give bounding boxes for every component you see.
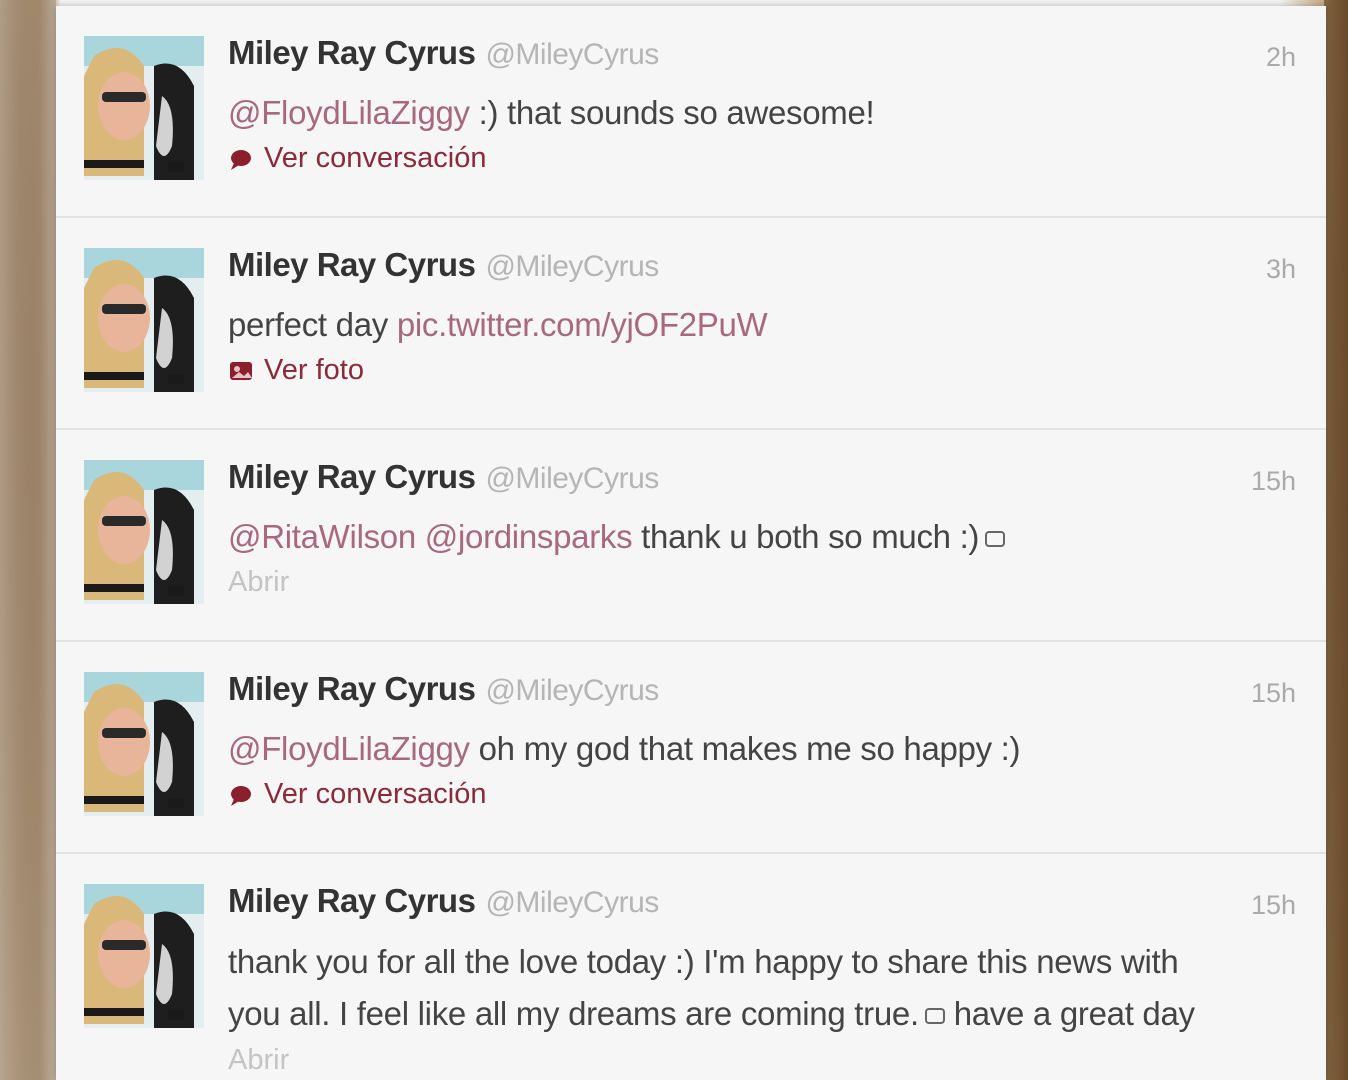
- speech-bubble-icon: [231, 785, 251, 806]
- avatar-image: [84, 460, 204, 604]
- timestamp[interactable]: 2h: [1266, 42, 1296, 73]
- tweet-body: oh my god that makes me so happy :): [469, 730, 1021, 767]
- tweet-text: thank you for all the love today :) I'm …: [228, 936, 1195, 1040]
- view-photo-link[interactable]: Ver foto: [228, 354, 364, 387]
- action-label[interactable]: Abrir: [228, 566, 289, 599]
- username-handle[interactable]: @MileyCyrus: [485, 250, 659, 283]
- display-name[interactable]: Miley Ray Cyrus @MileyCyrus: [228, 670, 659, 708]
- photo-icon: [230, 361, 252, 380]
- avatar[interactable]: [84, 460, 204, 604]
- tweet-text: perfect day pic.twitter.com/yjOF2PuW: [228, 300, 768, 350]
- background-left: [0, 0, 56, 1080]
- avatar[interactable]: [84, 884, 204, 1028]
- avatar-image: [84, 248, 204, 392]
- display-name-text[interactable]: Miley Ray Cyrus: [228, 246, 476, 283]
- display-name[interactable]: Miley Ray Cyrus @MileyCyrus: [228, 458, 659, 496]
- emoji-box-icon: [924, 1008, 945, 1025]
- speech-bubble-icon: [231, 149, 251, 170]
- tweet-text: @FloydLilaZiggy :) that sounds so awesom…: [228, 88, 875, 138]
- display-name-text[interactable]: Miley Ray Cyrus: [228, 34, 476, 71]
- view-conversation-link[interactable]: Ver conversación: [228, 778, 486, 811]
- avatar[interactable]: [84, 248, 204, 392]
- username-handle[interactable]: @MileyCyrus: [485, 462, 659, 495]
- timestamp[interactable]: 15h: [1251, 890, 1296, 921]
- display-name[interactable]: Miley Ray Cyrus @MileyCyrus: [228, 882, 659, 920]
- display-name-text[interactable]: Miley Ray Cyrus: [228, 458, 476, 495]
- expand-link[interactable]: Abrir: [228, 566, 289, 599]
- timestamp[interactable]: 3h: [1266, 254, 1296, 285]
- username-handle[interactable]: @MileyCyrus: [485, 674, 659, 707]
- timestamp[interactable]: 15h: [1251, 466, 1296, 497]
- tweet-body-line: you all. I feel like all my dreams are c…: [228, 988, 1195, 1040]
- action-label[interactable]: Ver foto: [264, 354, 364, 387]
- tweet-body-line: thank you for all the love today :) I'm …: [228, 943, 1179, 980]
- action-label[interactable]: Ver conversación: [264, 142, 486, 175]
- tweet-item[interactable]: Miley Ray Cyrus @MileyCyrus 15h thank you…: [56, 854, 1326, 1080]
- display-name[interactable]: Miley Ray Cyrus @MileyCyrus: [228, 246, 659, 284]
- avatar-image: [84, 36, 204, 180]
- mention-link[interactable]: @FloydLilaZiggy: [228, 94, 470, 131]
- tweet-body: :) that sounds so awesome!: [469, 94, 875, 131]
- emoji-box-icon: [985, 531, 1006, 548]
- avatar-image: [84, 884, 204, 1028]
- tweet-body: thank u both so much :): [632, 518, 980, 555]
- tweet-item[interactable]: Miley Ray Cyrus @MileyCyrus 15h @RitaWils…: [56, 430, 1326, 642]
- display-name-text[interactable]: Miley Ray Cyrus: [228, 882, 476, 919]
- tweet-text: @FloydLilaZiggy oh my god that makes me …: [228, 724, 1021, 774]
- tweet-text: @RitaWilson @jordinsparks thank u both s…: [228, 512, 1006, 562]
- expand-link[interactable]: Abrir: [228, 1044, 289, 1077]
- tweet-item[interactable]: Miley Ray Cyrus @MileyCyrus 3h perfect da…: [56, 218, 1326, 430]
- tweet-body-segment: have a great day: [944, 995, 1195, 1032]
- tweet-body-segment: you all. I feel like all my dreams are c…: [228, 995, 919, 1032]
- avatar-image: [84, 672, 204, 816]
- tweet-item[interactable]: Miley Ray Cyrus @MileyCyrus 15h @FloydLil…: [56, 642, 1326, 854]
- tweet-item[interactable]: Miley Ray Cyrus @MileyCyrus 2h @FloydLila…: [56, 6, 1326, 218]
- action-label[interactable]: Abrir: [228, 1044, 289, 1077]
- background-right: [1324, 0, 1348, 1080]
- mention-link[interactable]: @RitaWilson: [228, 518, 416, 555]
- username-handle[interactable]: @MileyCyrus: [485, 38, 659, 71]
- mention-link[interactable]: @jordinsparks: [425, 518, 633, 555]
- tweet-timeline: Miley Ray Cyrus @MileyCyrus 2h @FloydLila…: [56, 6, 1326, 1080]
- tweet-body: perfect day: [228, 306, 397, 343]
- avatar[interactable]: [84, 672, 204, 816]
- avatar[interactable]: [84, 36, 204, 180]
- username-handle[interactable]: @MileyCyrus: [485, 886, 659, 919]
- action-label[interactable]: Ver conversación: [264, 778, 486, 811]
- mention-link[interactable]: @FloydLilaZiggy: [228, 730, 470, 767]
- display-name-text[interactable]: Miley Ray Cyrus: [228, 670, 476, 707]
- view-conversation-link[interactable]: Ver conversación: [228, 142, 486, 175]
- timestamp[interactable]: 15h: [1251, 678, 1296, 709]
- display-name[interactable]: Miley Ray Cyrus @MileyCyrus: [228, 34, 659, 72]
- photo-link[interactable]: pic.twitter.com/yjOF2PuW: [397, 306, 768, 343]
